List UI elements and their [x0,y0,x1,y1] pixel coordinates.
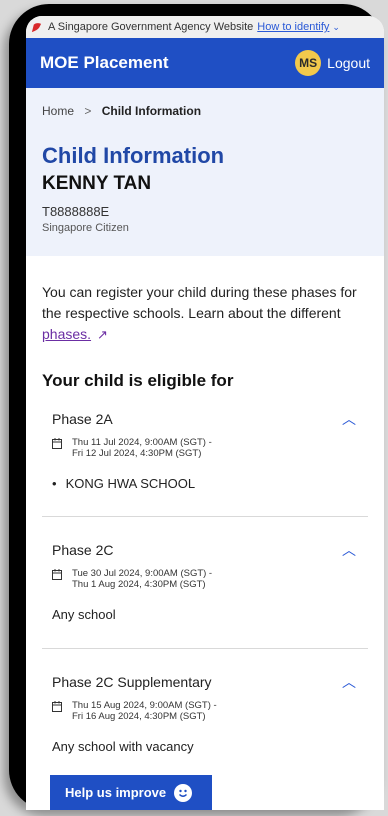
phase-dates: Tue 30 Jul 2024, 9:00AM (SGT) - Thu 1 Au… [52,568,358,590]
phase-card[interactable]: Phase 2A ︿ Thu 11 Jul 2024, 9:00AM (SGT)… [42,411,368,517]
smiley-icon [174,783,193,802]
phase-date-text: Thu 11 Jul 2024, 9:00AM (SGT) - Fri 12 J… [72,437,212,459]
masthead-text: A Singapore Government Agency Website [48,21,254,33]
phases-link[interactable]: phases. [42,326,91,342]
chevron-up-icon[interactable]: ︿ [342,409,356,429]
child-name: KENNY TAN [42,173,152,194]
chevron-up-icon[interactable]: ︿ [342,672,356,692]
breadcrumb-home[interactable]: Home [42,104,74,118]
phase-date-from: Thu 11 Jul 2024, 9:00AM (SGT) - [72,437,212,448]
phase-date-to: Fri 16 Aug 2024, 4:30PM (SGT) [72,711,206,722]
phase-title[interactable]: Phase 2C Supplementary [52,674,358,690]
child-info-header: Home > Child Information Child Informati… [26,88,384,256]
school-eligibility: Any school [52,607,116,622]
phase-card[interactable]: Phase 2C ︿ Tue 30 Jul 2024, 9:00AM (SGT)… [42,517,368,649]
navbar: MOE Placement MS Logout [26,38,384,88]
gov-masthead: A Singapore Government Agency Website Ho… [26,16,384,38]
phone-frame: A Singapore Government Agency Website Ho… [9,4,384,810]
chevron-up-icon[interactable]: ︿ [342,540,356,560]
brand-title[interactable]: MOE Placement [40,53,169,73]
screen: A Singapore Government Agency Website Ho… [26,16,384,810]
child-status: Singapore Citizen [42,222,129,234]
user-menu: MS Logout [295,50,370,76]
lion-head-icon [31,22,42,32]
child-id: T8888888E [42,204,110,219]
phase-card[interactable]: Phase 2C Supplementary ︿ Thu 15 Aug 2024… [42,649,368,754]
phase-title[interactable]: Phase 2A [52,411,358,427]
how-to-identify-link[interactable]: How to identify [257,21,329,33]
external-link-icon[interactable]: ↗ [97,327,108,342]
eligibility-heading: Your child is eligible for [42,371,234,390]
phase-dates: Thu 15 Aug 2024, 9:00AM (SGT) - Fri 16 A… [52,700,358,722]
logout-button[interactable]: Logout [327,55,370,71]
school-name: KONG HWA SCHOOL [65,476,196,491]
bullet: • [52,476,57,491]
breadcrumb-current: Child Information [101,104,202,118]
school-eligibility: Any school with vacancy [52,739,194,754]
phase-date-to: Thu 1 Aug 2024, 4:30PM (SGT) [72,579,206,590]
breadcrumb-separator: > [84,104,92,118]
chevron-down-icon[interactable]: ⌄ [332,22,340,33]
phase-date-from: Tue 30 Jul 2024, 9:00AM (SGT) - [72,568,213,579]
avatar[interactable]: MS [295,50,322,76]
calendar-icon [52,569,62,580]
phase-date-to: Fri 12 Jul 2024, 4:30PM (SGT) [72,448,202,459]
phase-date-from: Thu 15 Aug 2024, 9:00AM (SGT) - [72,700,217,711]
intro-text: You can register your child during these… [42,284,357,321]
phase-dates: Thu 11 Jul 2024, 9:00AM (SGT) - Fri 12 J… [52,437,358,459]
page-title: Child Information [42,143,225,168]
breadcrumb: Home > Child Information [42,104,368,118]
help-us-improve-button[interactable]: Help us improve [50,775,212,810]
help-label: Help us improve [65,785,167,800]
phase-date-text: Tue 30 Jul 2024, 9:00AM (SGT) - Thu 1 Au… [72,568,212,590]
calendar-icon [52,438,62,449]
phase-date-text: Thu 15 Aug 2024, 9:00AM (SGT) - Fri 16 A… [72,700,217,722]
phase-title[interactable]: Phase 2C [52,542,358,558]
calendar-icon [52,701,62,712]
intro-paragraph: You can register your child during these… [26,256,384,345]
school-list-item: • KONG HWA SCHOOL [52,476,358,491]
